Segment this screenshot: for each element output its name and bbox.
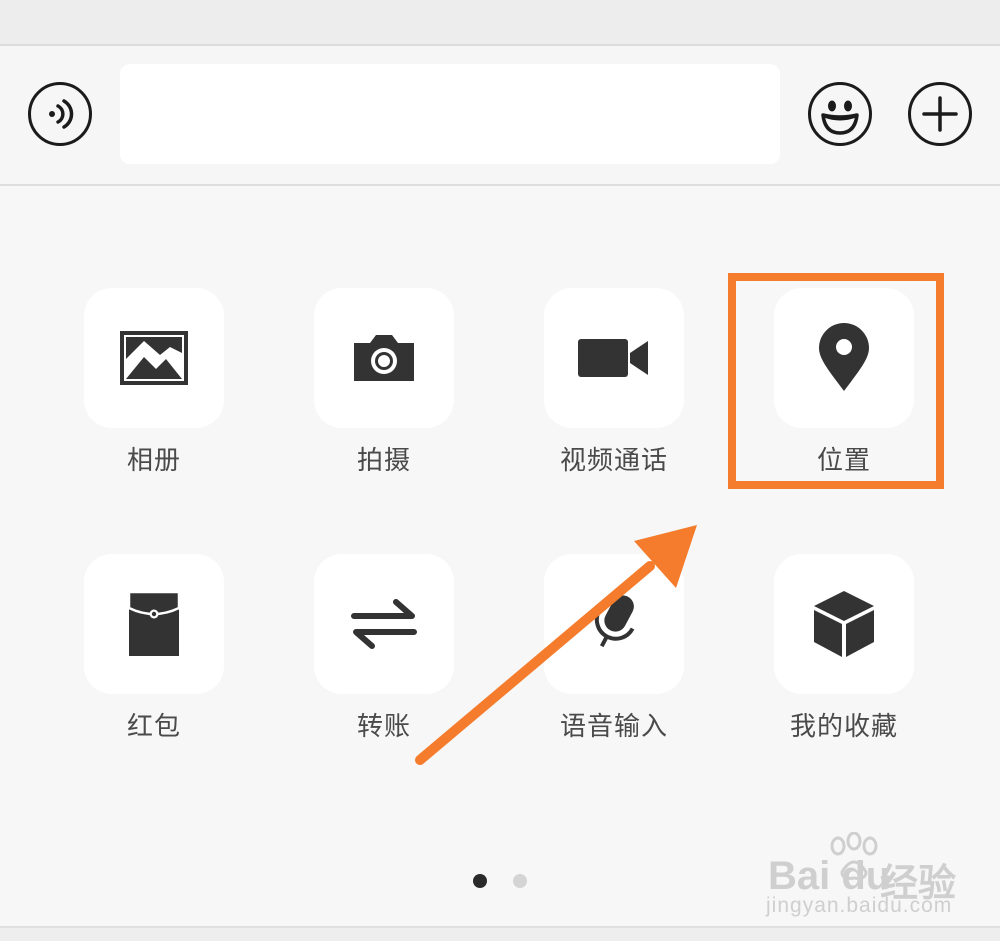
voice-input-button[interactable]: [544, 554, 684, 694]
location-pin-icon: [819, 323, 869, 391]
photo-album-icon: [120, 331, 188, 385]
video-call-label: 视频通话: [559, 446, 668, 476]
location-button[interactable]: [774, 288, 914, 428]
status-strip: [0, 0, 1000, 46]
camera-label: 拍摄: [356, 446, 411, 476]
watermark-logo: Bai du: [768, 854, 891, 898]
transfer-button[interactable]: [314, 554, 454, 694]
page-dot-2[interactable]: [513, 874, 527, 888]
red-packet-button[interactable]: [84, 554, 224, 694]
favorites-box-icon: [814, 591, 874, 657]
red-packet-icon: [127, 590, 181, 656]
emoji-icon: [821, 100, 859, 135]
microphone-icon: [594, 595, 635, 648]
message-input[interactable]: [120, 64, 780, 164]
watermark-url: jingyan.baidu.com: [766, 894, 953, 917]
page-dot-1[interactable]: [473, 874, 487, 888]
more-actions-button[interactable]: [908, 82, 972, 146]
favorites-label: 我的收藏: [789, 712, 898, 742]
transfer-icon: [351, 599, 417, 649]
baidu-watermark: Bai du 经验 jingyan.baidu.com: [762, 828, 992, 928]
red-packet-label: 红包: [126, 712, 181, 742]
favorites-button[interactable]: [774, 554, 914, 694]
camera-button[interactable]: [314, 288, 454, 428]
transfer-label: 转账: [356, 712, 411, 742]
voice-button[interactable]: [28, 82, 92, 146]
chat-input-bar: [0, 46, 1000, 186]
location-label: 位置: [816, 446, 871, 476]
photo-album-button[interactable]: [84, 288, 224, 428]
video-call-button[interactable]: [544, 288, 684, 428]
voice-icon: [49, 99, 74, 129]
video-call-icon: [578, 339, 648, 377]
emoji-button[interactable]: [808, 82, 872, 146]
camera-icon: [354, 335, 414, 381]
plus-icon: [922, 96, 958, 132]
voice-input-label: 语音输入: [559, 712, 668, 742]
photo-album-label: 相册: [126, 446, 181, 476]
